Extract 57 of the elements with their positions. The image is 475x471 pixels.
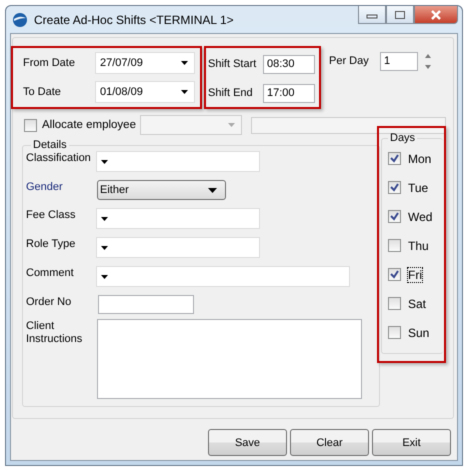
text-field[interactable] [98,295,194,314]
group-title: Days [389,132,416,144]
field-label: From Date [23,57,76,69]
text-area[interactable] [97,319,362,399]
field-label: Comment [26,267,75,280]
maximize-button[interactable] [386,6,414,24]
checkbox-label: Allocate employee [42,119,136,131]
checkbox[interactable] [388,181,401,194]
close-button[interactable] [414,6,458,24]
number-field[interactable]: 1 [380,52,418,71]
dialog-button[interactable]: Exit [372,429,451,456]
globe-icon [12,12,28,28]
close-icon [430,10,442,20]
field-label: To Date [23,86,62,98]
field-label: Fee Class [26,209,77,222]
dialog-button[interactable]: Clear [290,429,369,456]
checkbox[interactable] [388,268,401,281]
checkbox[interactable] [388,152,401,165]
date-picker[interactable]: 01/08/09 [95,81,195,103]
checkbox[interactable] [24,118,37,132]
checkbox[interactable] [388,239,401,252]
checkbox-label: Sun [407,324,430,340]
checkbox-label: Sat [407,296,428,312]
employee-field[interactable] [250,116,446,134]
field-label: Client Instructions [26,320,84,346]
dropdown[interactable]: Either [97,180,226,200]
time-field[interactable]: 08:30 [263,54,315,74]
field-label: Shift End [208,87,254,99]
group-title: Details [32,139,68,151]
checkbox-label: Wed [407,208,434,224]
window-title: Create Ad-Hoc Shifts <TERMINAL 1> [34,12,234,26]
checkbox-label: Mon [407,150,432,166]
checkbox[interactable] [388,326,401,339]
field-label: Role Type [26,238,76,251]
field-label: Gender [26,181,64,194]
field-label: Order No [26,296,72,309]
dropdown-arrow-icon [101,160,108,164]
maximize-icon [394,10,406,20]
dialog-button[interactable]: Save [208,429,287,456]
field-label: Classification [26,152,92,165]
date-picker[interactable]: 27/07/09 [95,52,195,74]
checkbox-label: Fri [407,266,423,282]
field-label: Shift Start [208,58,258,70]
checkbox[interactable] [388,297,401,310]
dropdown-arrow-icon [101,216,108,220]
dropdown-arrow-icon [228,123,235,127]
field-label: Per Day [329,55,370,67]
dropdown-arrow-icon [181,90,188,94]
minimize-button[interactable] [358,6,386,24]
dropdown-arrow-icon [101,274,108,278]
checkbox-label: Tue [407,180,430,196]
checkbox[interactable] [388,210,401,223]
dropdown-arrow-icon [208,188,217,192]
dropdown-arrow-icon [101,246,108,250]
dropdown-arrow-icon [181,61,188,65]
checkbox-label: Thu [407,238,430,254]
time-field[interactable]: 17:00 [263,84,315,102]
